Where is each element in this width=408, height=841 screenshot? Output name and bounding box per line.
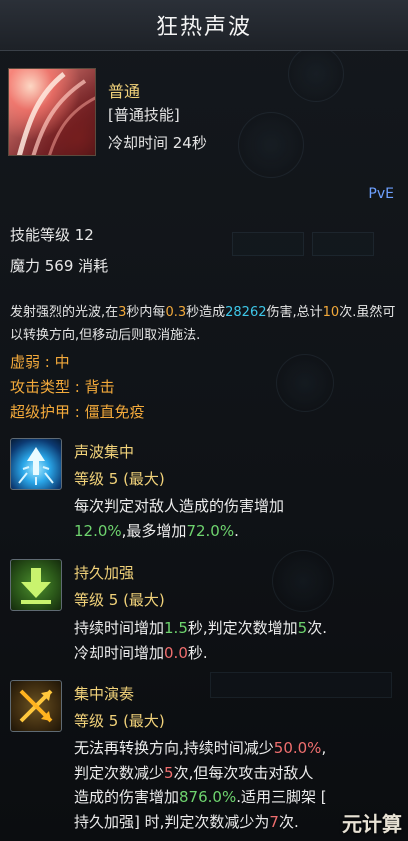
watermark-logo: 元计算 [342,812,402,836]
tripod-description: 每次判定对敌人造成的伤害增加 12.0%,最多增加72.0%. [74,497,285,540]
skill-tooltip: 狂热声波 普通 [普通技能] 冷却时间 24秒 PvE 技能等级 12 魔力 5… [0,0,408,841]
tripod-level: 等级 5 (最大) [74,470,165,488]
background-skill-slot [238,112,304,178]
background-panel [232,232,304,256]
tripod-name: 持久加强 [74,564,135,582]
tripod-description: 持续时间增加1.5秒,判定次数增加5次. 冷却时间增加0.0秒. [74,619,327,662]
background-panel [210,672,392,698]
sonic-burst-icon [10,438,62,490]
skill-level: 技能等级 12 [10,226,94,244]
tripod-name: 集中演奏 [74,685,135,703]
skill-subtype: [普通技能] [108,106,180,124]
skill-title: 狂热声波 [155,15,252,40]
background-skill-slot [288,46,344,102]
title-bar: 狂热声波 [0,0,408,51]
crossed-arrows-icon [10,680,62,732]
skill-description: 发射强烈的光波,在3秒内每0.3秒造成28262伤害,总计10次.虽然可以转换方… [10,305,396,343]
tripod-name: 声波集中 [74,443,135,461]
background-skill-slot [272,550,334,612]
sonic-wave-skill-icon [8,68,96,156]
background-panel [312,232,374,256]
tripod-level: 等级 5 (最大) [74,591,165,609]
mana-cost: 魔力 569 消耗 [10,257,109,275]
pve-tag: PvE [368,186,394,202]
attack-type-attribute: 攻击类型 : 背击 [10,378,115,396]
background-skill-slot [276,354,334,412]
super-armor-attribute: 超级护甲 : 僵直免疫 [10,403,145,421]
tripod-level: 等级 5 (最大) [74,712,165,730]
weak-point-attribute: 虚弱 : 中 [10,353,70,371]
down-arrow-icon [10,559,62,611]
skill-cooldown: 冷却时间 24秒 [108,134,207,152]
skill-type: 普通 [108,82,141,101]
